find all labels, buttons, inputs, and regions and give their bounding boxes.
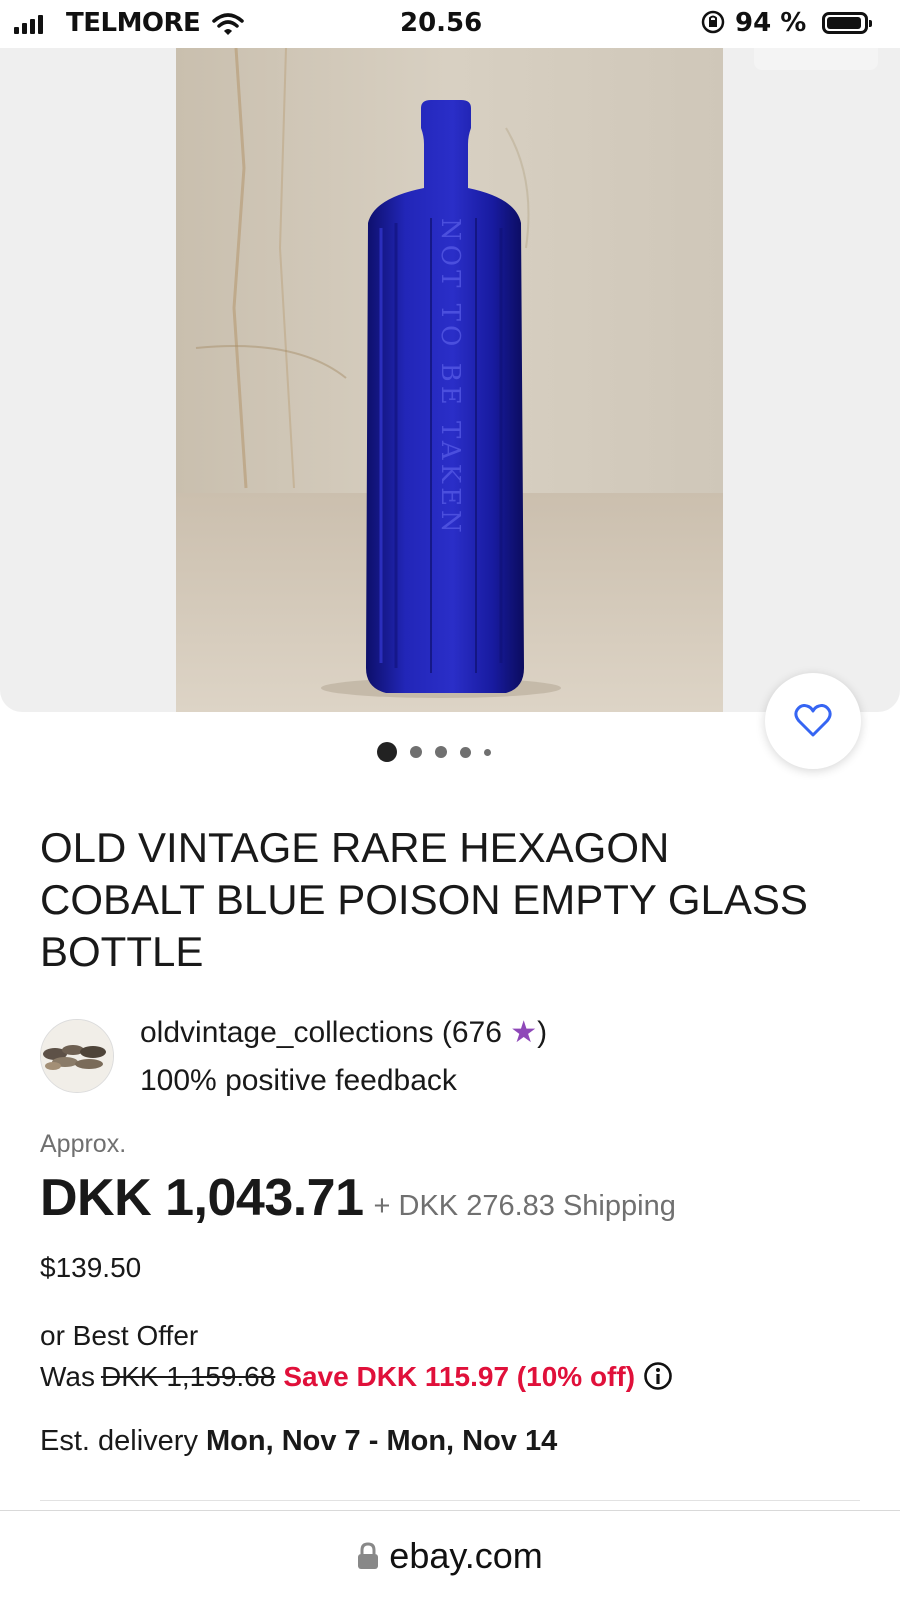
was-label: Was — [40, 1361, 95, 1392]
carousel-dot-active[interactable] — [377, 742, 397, 762]
watch-button[interactable] — [765, 673, 861, 769]
price-row: DKK 1,043.71 + DKK 276.83 Shipping — [40, 1168, 676, 1228]
usd-price: $139.50 — [40, 1252, 142, 1283]
shipping-cost: + DKK 276.83 Shipping — [373, 1190, 676, 1222]
heart-icon — [794, 704, 832, 737]
url-text[interactable]: ebay.com — [389, 1535, 542, 1577]
seller-name[interactable]: oldvintage_collections (676 ★) — [140, 1015, 547, 1050]
carousel-dot[interactable] — [435, 746, 447, 758]
carousel-dot[interactable] — [410, 746, 422, 758]
info-icon[interactable] — [643, 1361, 673, 1398]
image-carousel[interactable]: NOT TO BE TAKEN — [0, 48, 900, 712]
image-counter-pill — [754, 48, 878, 70]
approx-label: Approx. — [40, 1130, 127, 1158]
listing-title: OLD VINTAGE RARE HEXAGON COBALT BLUE POI… — [40, 824, 808, 975]
carousel-dot[interactable] — [484, 748, 491, 756]
was-price: DKK 1,159.68 — [100, 1361, 276, 1392]
rotation-lock-icon — [700, 9, 726, 41]
lock-icon — [358, 1542, 379, 1569]
product-image[interactable]: NOT TO BE TAKEN — [176, 48, 723, 712]
browser-url-bar[interactable]: ebay.com — [0, 1510, 900, 1601]
bottle-embossed-text: NOT TO BE TAKEN — [435, 218, 465, 537]
seller-avatar[interactable] — [40, 1019, 114, 1093]
estimated-delivery: Est. delivery Mon, Nov 7 - Mon, Nov 14 — [40, 1425, 558, 1457]
price: DKK 1,043.71 — [40, 1169, 364, 1227]
divider — [40, 1500, 860, 1501]
discount-row: Was DKK 1,159.68 Save DKK 115.97 (10% off) — [40, 1361, 673, 1398]
seller-feedback: 100% positive feedback — [140, 1064, 457, 1097]
signal-icon — [14, 15, 43, 34]
status-bar: TELMORE 20.56 94 % — [0, 0, 900, 48]
carousel-dot[interactable] — [460, 746, 471, 758]
star-icon: ★ — [510, 1016, 538, 1049]
battery-percent: 94 % — [735, 8, 807, 38]
carousel-pagination[interactable] — [377, 742, 491, 762]
best-offer-label: or Best Offer — [40, 1320, 199, 1351]
status-time: 20.56 — [400, 8, 483, 38]
save-amount: Save DKK 115.97 (10% off) — [283, 1361, 636, 1392]
delivery-dates: Mon, Nov 7 - Mon, Nov 14 — [206, 1425, 558, 1457]
wifi-icon — [212, 12, 244, 43]
battery-icon — [822, 12, 872, 34]
carrier-name: TELMORE — [66, 8, 201, 38]
